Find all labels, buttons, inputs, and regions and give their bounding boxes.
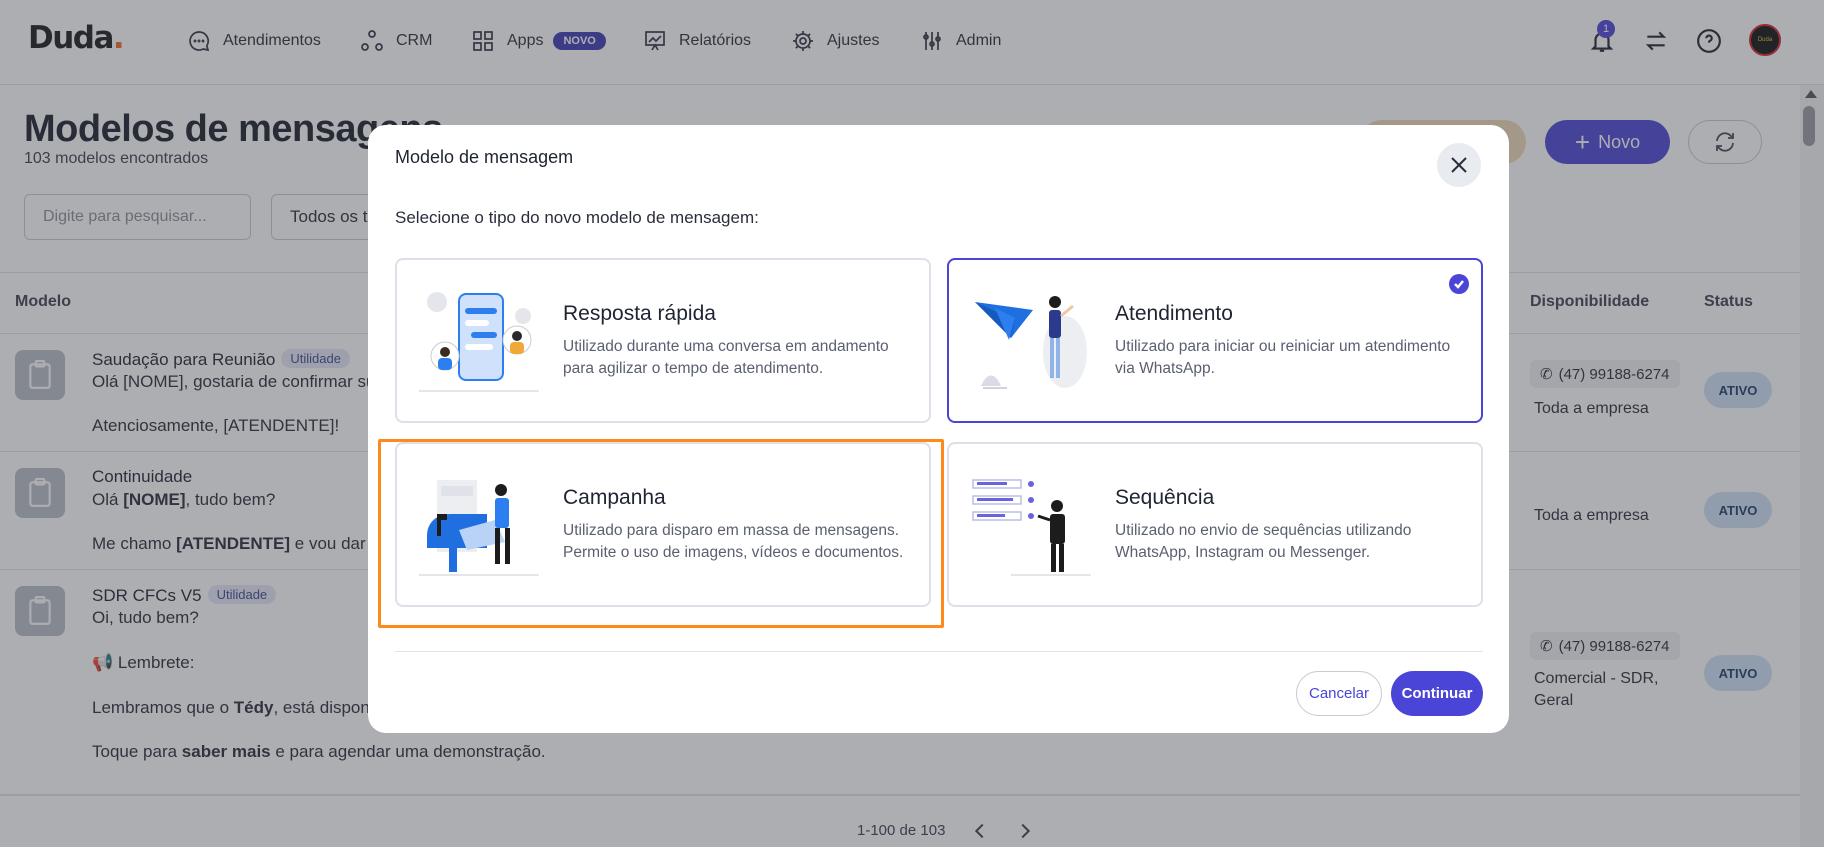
sequence-illustration [972,479,1091,576]
message-template-modal: Modelo de mensagem Selecione o tipo do n… [368,125,1509,733]
modal-divider [395,651,1483,652]
option-description: Utilizado para iniciar ou reiniciar um a… [1115,338,1451,377]
modal-subtitle: Selecione o tipo do novo modelo de mensa… [395,208,759,227]
option-description: Utilizado para disparo em massa de mensa… [563,522,904,561]
option-description: Utilizado durante uma conversa em andame… [563,338,889,377]
option-card-resposta-rapida[interactable]: Resposta rápida Utilizado durante uma co… [395,258,931,423]
option-card-campanha[interactable]: Campanha Utilizado para disparo em massa… [395,442,931,607]
option-card-sequencia[interactable]: Sequência Utilizado no envio de sequênci… [947,442,1483,607]
option-card-atendimento[interactable]: Atendimento Utilizado para iniciar ou re… [947,258,1483,423]
close-icon [1451,157,1467,173]
service-illustration [975,296,1087,389]
option-title: Sequência [1115,486,1215,509]
option-title: Atendimento [1115,302,1233,325]
option-title: Campanha [563,486,666,509]
continue-button[interactable]: Continuar [1391,671,1483,716]
cancel-button[interactable]: Cancelar [1296,671,1382,716]
quick-reply-illustration [419,292,539,392]
modal-title: Modelo de mensagem [395,147,574,167]
campaign-mailbox-illustration [419,480,539,576]
option-title: Resposta rápida [563,302,716,325]
selected-check-icon [1449,274,1469,294]
close-button[interactable] [1437,143,1481,187]
option-description: Utilizado no envio de sequências utiliza… [1115,522,1412,561]
